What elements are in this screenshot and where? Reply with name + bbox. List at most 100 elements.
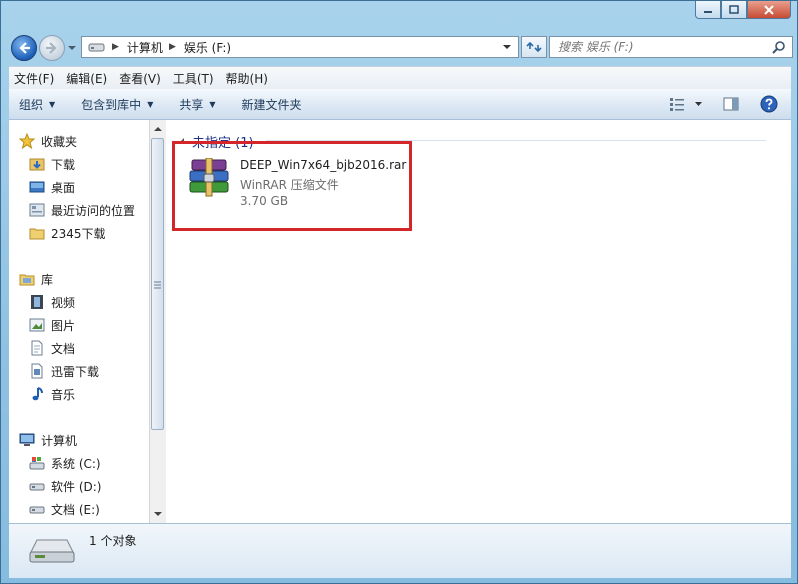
pictures-icon	[29, 317, 45, 333]
nav-item-recent-places[interactable]: 最近访问的位置	[29, 200, 135, 220]
forward-button[interactable]	[39, 35, 65, 61]
refresh-button[interactable]	[521, 36, 547, 58]
search-box[interactable]	[549, 36, 793, 58]
recent-places-icon	[29, 202, 45, 218]
scrollbar-thumb[interactable]	[151, 138, 164, 430]
preview-pane-button[interactable]	[719, 94, 743, 114]
new-folder-label: 新建文件夹	[241, 97, 302, 112]
share-label: 共享	[179, 97, 204, 112]
view-options-button[interactable]	[665, 94, 689, 114]
nav-item-label: 系统 (C:)	[51, 456, 101, 471]
refresh-icon	[526, 41, 542, 53]
nav-item-label: 下载	[51, 157, 76, 172]
close-button[interactable]	[747, 1, 791, 19]
history-dropdown-icon[interactable]	[67, 43, 77, 53]
computer-icon	[19, 432, 35, 448]
share-button[interactable]: 共享 ▼	[179, 96, 215, 113]
scroll-down-icon[interactable]	[150, 507, 166, 521]
chevron-down-icon	[694, 102, 702, 106]
collapse-icon[interactable]	[176, 137, 186, 147]
explorer-window: ▶ 计算机 ▶ 娱乐 (F:) 文件(F) 编辑(E) 查看(V) 工具(T) …	[0, 0, 798, 584]
nav-item-music[interactable]: 音乐	[29, 384, 75, 404]
nav-item-downloads[interactable]: 下载	[29, 154, 75, 174]
menu-bar: 文件(F) 编辑(E) 查看(V) 工具(T) 帮助(H)	[9, 66, 791, 89]
system-drive-icon	[29, 455, 45, 471]
grip-icon	[154, 281, 161, 289]
organize-button[interactable]: 组织 ▼	[19, 96, 55, 113]
nav-item-pictures[interactable]: 图片	[29, 315, 75, 335]
nav-item-thunder-downloads[interactable]: 迅雷下载	[29, 361, 99, 381]
drive-icon	[29, 478, 45, 494]
breadcrumb-drive[interactable]: 娱乐 (F:)	[184, 39, 231, 56]
breadcrumb-computer[interactable]: 计算机	[127, 39, 163, 56]
nav-item-label: 视频	[51, 295, 76, 310]
view-details-icon	[670, 98, 684, 111]
caption-buttons	[695, 1, 791, 21]
nav-item-label: 最近访问的位置	[51, 203, 136, 218]
nav-item-label: 迅雷下载	[51, 364, 100, 379]
status-text: 1 个对象	[89, 534, 137, 548]
menu-help[interactable]: 帮助(H)	[221, 70, 273, 87]
new-folder-button[interactable]: 新建文件夹	[242, 96, 302, 113]
search-icon[interactable]	[772, 40, 786, 54]
library-icon	[19, 271, 35, 287]
chevron-down-icon: ▼	[49, 99, 56, 109]
nav-item-videos[interactable]: 视频	[29, 292, 75, 312]
file-list: 未指定 (1) DEEP_Win7x64_bjb2016.rar WinRAR …	[166, 120, 791, 523]
file-name: DEEP_Win7x64_bjb2016.rar	[240, 158, 407, 172]
drive-large-icon	[29, 539, 75, 563]
command-bar: 组织 ▼ 包含到库中 ▼ 共享 ▼ 新建文件夹	[9, 89, 791, 120]
include-in-library-button[interactable]: 包含到库中 ▼	[81, 96, 153, 113]
winrar-archive-icon	[189, 158, 229, 197]
nav-item-2345-downloads[interactable]: 2345下载	[29, 223, 106, 243]
menu-edit[interactable]: 编辑(E)	[61, 70, 112, 87]
help-icon	[760, 95, 778, 113]
nav-item-label: 文档 (E:)	[51, 502, 100, 517]
nav-libraries[interactable]: 库	[19, 269, 53, 289]
arrow-right-icon	[46, 42, 57, 54]
navigation-pane: 收藏夹 下载 桌面 最近访问的位置 2345下载 库 视频 图片 文档 迅雷下载…	[9, 120, 149, 523]
desktop-icon	[29, 179, 45, 195]
nav-item-label: 音乐	[51, 387, 76, 402]
address-dropdown-icon[interactable]	[502, 42, 512, 52]
nav-item-drive-e[interactable]: 文档 (E:)	[29, 499, 100, 519]
arrow-left-icon	[19, 42, 30, 54]
drive-icon	[88, 43, 105, 52]
scroll-up-icon[interactable]	[150, 122, 166, 136]
menu-view[interactable]: 查看(V)	[114, 70, 166, 87]
star-icon	[18, 132, 36, 150]
nav-item-drive-c[interactable]: 系统 (C:)	[29, 453, 101, 473]
drive-icon	[29, 501, 45, 517]
nav-favorites[interactable]: 收藏夹	[18, 131, 78, 151]
nav-item-documents[interactable]: 文档	[29, 338, 75, 358]
back-button[interactable]	[11, 35, 37, 61]
chevron-down-icon: ▼	[209, 99, 216, 109]
include-label: 包含到库中	[81, 97, 142, 112]
nav-item-desktop[interactable]: 桌面	[29, 177, 75, 197]
minimize-button[interactable]	[695, 1, 721, 19]
group-header[interactable]: 未指定 (1)	[176, 132, 254, 151]
nav-computer-label: 计算机	[41, 433, 78, 448]
nav-item-label: 文档	[51, 341, 76, 356]
file-size: 3.70 GB	[240, 194, 289, 208]
chevron-down-icon: ▼	[147, 99, 154, 109]
nav-computer[interactable]: 计算机	[19, 430, 77, 450]
menu-file[interactable]: 文件(F)	[9, 70, 59, 87]
address-bar[interactable]: ▶ 计算机 ▶ 娱乐 (F:)	[81, 36, 519, 58]
navigation-scrollbar[interactable]	[149, 120, 166, 523]
help-button[interactable]	[757, 94, 781, 114]
document-icon	[29, 340, 45, 356]
search-input[interactable]	[550, 39, 772, 55]
menu-tools[interactable]: 工具(T)	[168, 70, 219, 87]
maximize-button[interactable]	[721, 1, 747, 19]
thunder-library-icon	[29, 363, 45, 379]
nav-item-label: 软件 (D:)	[51, 479, 102, 494]
maximize-icon	[729, 5, 739, 14]
breadcrumb-separator: ▶	[112, 42, 119, 52]
nav-libraries-label: 库	[41, 272, 54, 287]
nav-item-drive-d[interactable]: 软件 (D:)	[29, 476, 101, 496]
nav-favorites-label: 收藏夹	[41, 134, 78, 149]
group-divider	[266, 140, 766, 141]
view-dropdown-button[interactable]	[691, 94, 705, 114]
file-type: WinRAR 压缩文件	[240, 178, 339, 192]
